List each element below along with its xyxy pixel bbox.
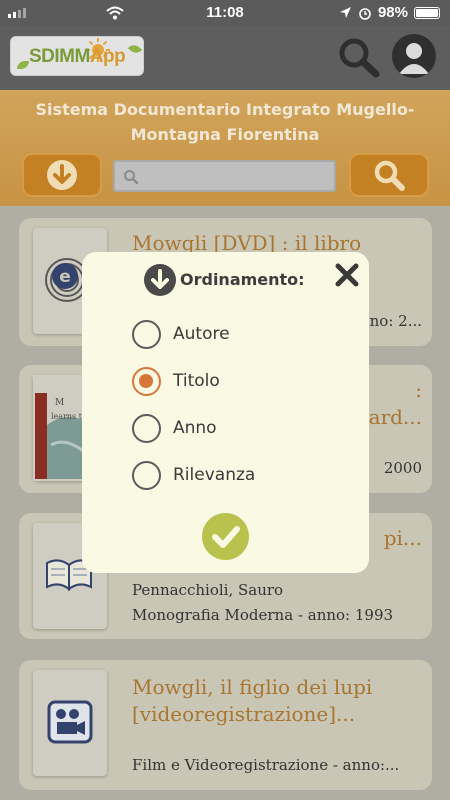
confirm-button[interactable]	[202, 513, 249, 560]
sort-dialog: Ordinamento: Autore Titolo Anno Rilevanz…	[82, 252, 369, 573]
radio-button[interactable]	[132, 413, 161, 443]
app-header: SDIMMApp	[0, 26, 450, 90]
sort-option-anno[interactable]: Anno	[132, 412, 217, 444]
app-logo[interactable]: SDIMMApp	[10, 36, 144, 76]
radio-button[interactable]	[132, 319, 161, 349]
radio-button[interactable]	[132, 460, 161, 490]
sort-option-titolo[interactable]: Titolo	[132, 365, 220, 397]
logo-text-right: App	[89, 46, 126, 67]
sort-button[interactable]	[22, 153, 102, 197]
search-button-icon	[374, 160, 405, 191]
checkmark-icon	[212, 526, 240, 548]
sort-option-rilevanza[interactable]: Rilevanza	[132, 459, 255, 491]
header-search-icon[interactable]	[336, 36, 380, 78]
alarm-icon	[359, 7, 371, 20]
search-input[interactable]	[143, 162, 331, 190]
arrow-down-circle-icon	[144, 264, 176, 296]
sort-option-label: Titolo	[173, 371, 220, 391]
sort-option-label: Autore	[173, 324, 230, 344]
arrow-down-circle-icon	[47, 160, 77, 190]
search-icon	[124, 170, 139, 185]
radio-button[interactable]	[132, 366, 161, 396]
search-field[interactable]	[113, 160, 336, 192]
status-bar: 11:08 98%	[0, 0, 450, 26]
library-name: Sistema Documentario Integrato Mugello-M…	[35, 100, 415, 144]
user-account-icon[interactable]	[392, 34, 436, 78]
logo-text-left: SDIMM	[29, 46, 90, 67]
dialog-title: Ordinamento:	[180, 270, 305, 289]
location-arrow-icon	[339, 7, 351, 18]
battery-percent: 98%	[377, 4, 408, 21]
search-button[interactable]	[349, 153, 429, 197]
sort-option-autore[interactable]: Autore	[132, 318, 230, 350]
battery-icon	[414, 6, 440, 19]
sort-option-label: Anno	[173, 418, 217, 438]
sort-option-label: Rilevanza	[173, 465, 256, 485]
close-icon[interactable]	[334, 262, 360, 288]
library-header: Sistema Documentario Integrato Mugello-M…	[0, 90, 450, 206]
